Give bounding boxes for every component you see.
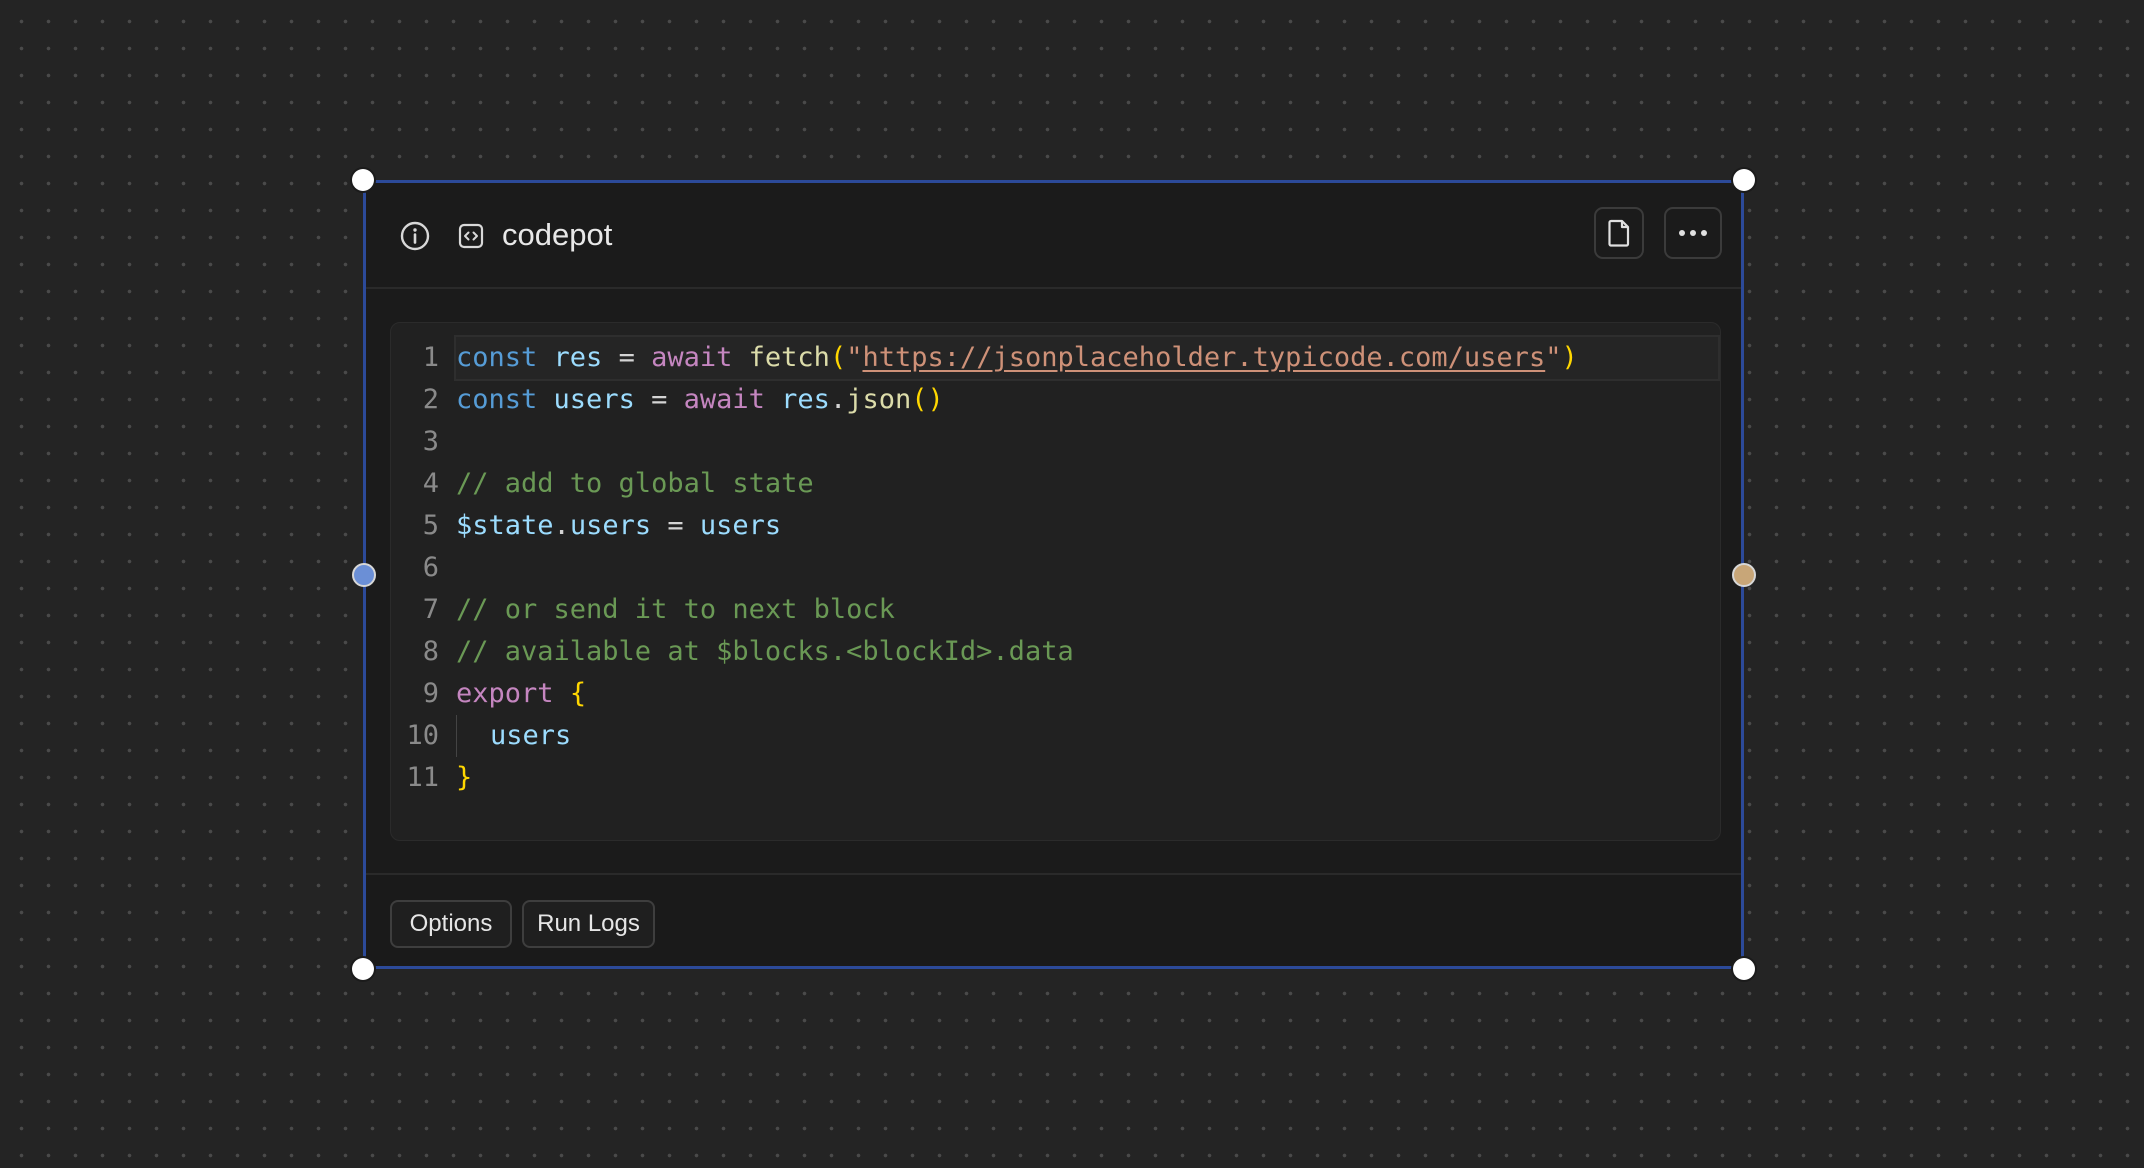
line-number: 7 (422, 594, 439, 625)
code-line[interactable]: 3 (391, 421, 1720, 463)
code-token: () (911, 384, 944, 415)
info-circle-icon[interactable] (399, 220, 431, 252)
code-token: res (553, 342, 603, 373)
line-number: 4 (422, 468, 439, 499)
line-number: 5 (422, 510, 439, 541)
line-content: $state.users = users (456, 505, 1718, 547)
code-token: users (490, 720, 572, 751)
line-number: 6 (422, 552, 439, 583)
code-token: https://jsonplaceholder.typicode.com/use… (862, 342, 1546, 373)
code-token: . (829, 384, 847, 415)
line-content (456, 547, 1718, 589)
code-token: = (651, 510, 700, 541)
code-token: const (456, 342, 538, 373)
code-line[interactable]: 2 const users = await res.json() (391, 379, 1720, 421)
code-line[interactable]: 4 // add to global state (391, 463, 1720, 505)
tab-run-logs[interactable]: Run Logs (522, 900, 655, 948)
line-content (456, 421, 1718, 463)
line-number: 11 (406, 762, 439, 793)
code-token: json (846, 384, 912, 415)
code-token: = (634, 384, 684, 415)
code-token: res (781, 384, 830, 415)
code-token: . (553, 510, 570, 541)
code-token: fetch (748, 342, 830, 373)
indent-guide (456, 715, 490, 757)
line-number: 10 (406, 720, 439, 751)
file-button[interactable] (1594, 207, 1644, 259)
code-token: users (553, 384, 635, 415)
tab-options[interactable]: Options (390, 900, 512, 948)
line-content: export { (456, 673, 1718, 715)
code-token: await (651, 342, 733, 373)
node-footer: Options Run Logs (366, 873, 1741, 966)
code-token: export (456, 678, 554, 709)
code-token: ) (1561, 342, 1578, 373)
code-file-icon (458, 223, 484, 249)
code-token: // available at $blocks.<blockId>.data (456, 636, 1074, 667)
code-line[interactable]: 10 users (391, 715, 1720, 757)
code-line[interactable]: 11} (391, 757, 1720, 799)
code-token: const (456, 384, 538, 415)
line-content: const res = await fetch("https://jsonpla… (454, 335, 1720, 381)
line-number: 1 (422, 342, 439, 373)
node-title: codepot (502, 217, 613, 252)
line-number: 9 (422, 678, 439, 709)
code-token: users (699, 510, 782, 541)
line-content: // or send it to next block (456, 589, 1718, 631)
code-token: await (683, 384, 765, 415)
input-port[interactable] (352, 563, 376, 587)
code-token: " (846, 342, 863, 373)
resize-handle-bottom-right[interactable] (1733, 958, 1755, 980)
code-token: // add to global state (456, 468, 814, 499)
code-token: // or send it to next block (456, 594, 895, 625)
line-content: const users = await res.json() (456, 379, 1718, 421)
code-lines[interactable]: 1 const res = await fetch("https://jsonpl… (391, 335, 1720, 799)
line-content: // available at $blocks.<blockId>.data (456, 631, 1718, 673)
line-number: 8 (422, 636, 439, 667)
line-content: } (456, 757, 1718, 799)
code-line[interactable]: 9 export { (391, 673, 1720, 715)
code-line[interactable]: 6 (391, 547, 1720, 589)
line-number: 3 (422, 426, 439, 457)
output-port[interactable] (1732, 563, 1756, 587)
code-editor[interactable]: 1 const res = await fetch("https://jsonpl… (390, 322, 1721, 965)
code-block-node[interactable]: codepot 1 const res = await fetch("https:… (363, 180, 1744, 969)
code-token: users (569, 510, 652, 541)
code-token: } (456, 762, 473, 793)
more-options-button[interactable] (1664, 207, 1722, 259)
resize-handle-top-right[interactable] (1733, 169, 1755, 191)
line-number: 2 (422, 384, 439, 415)
line-content: // add to global state (456, 463, 1718, 505)
code-line[interactable]: 7 // or send it to next block (391, 589, 1720, 631)
code-token: { (569, 678, 587, 709)
code-line[interactable]: 8 // available at $blocks.<blockId>.data (391, 631, 1720, 673)
file-icon (1608, 219, 1630, 247)
code-token: " (1545, 342, 1562, 373)
code-token: ( (829, 342, 847, 373)
code-line[interactable]: 1 const res = await fetch("https://jsonpl… (391, 335, 1720, 381)
node-header: codepot (366, 183, 1741, 289)
more-horizontal-icon (1679, 230, 1707, 236)
resize-handle-bottom-left[interactable] (352, 958, 374, 980)
resize-handle-top-left[interactable] (352, 169, 374, 191)
line-content: users (456, 715, 1718, 757)
code-line[interactable]: 5 $state.users = users (391, 505, 1720, 547)
code-token: = (602, 342, 652, 373)
code-token: $state (456, 510, 554, 541)
